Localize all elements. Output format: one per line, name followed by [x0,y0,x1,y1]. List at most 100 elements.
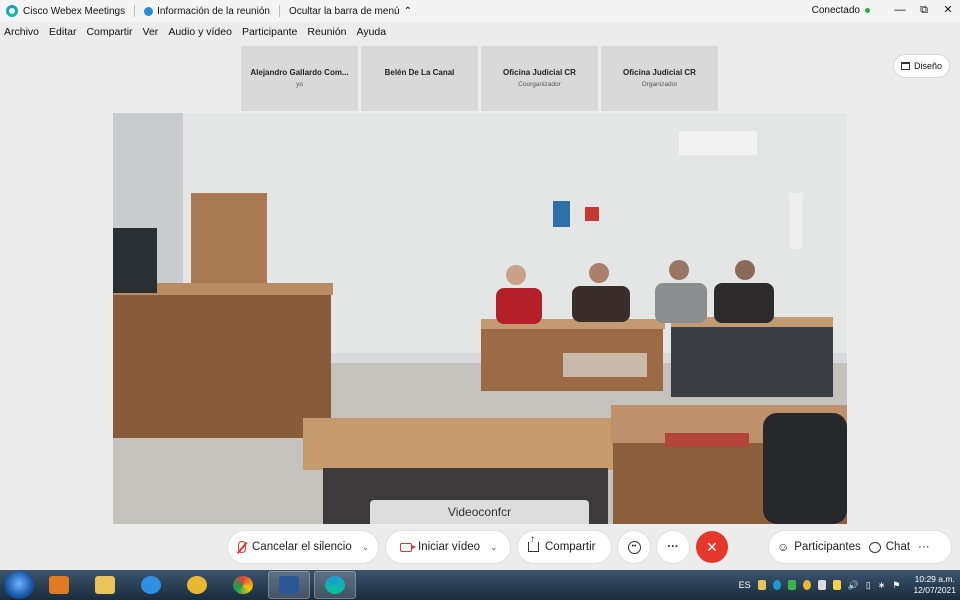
title-divider [134,5,136,17]
reactions-button[interactable]: •• [618,531,650,563]
meeting-info-button[interactable]: Información de la reunión [144,6,270,17]
participant-strip: Alejandro Gallardo Com... yo Belén De La… [241,46,718,111]
participant-role: yo [296,81,303,88]
share-button[interactable]: Compartir [518,531,611,563]
menu-item-reunion[interactable]: Reunión [307,26,346,42]
participant-role: Coorganizador [518,81,561,88]
share-icon [528,534,539,552]
paint-icon [187,576,207,594]
volume-icon[interactable]: 🔊 [848,580,859,591]
hide-menu-button[interactable]: Ocultar la barra de menú ⌃ [289,6,412,17]
video-off-icon [400,542,416,552]
app-title-group: Cisco Webex Meetings [0,5,125,17]
muted-mic-icon [238,541,246,553]
file-explorer-icon [95,576,115,594]
tray-app-icon[interactable] [757,580,766,590]
participant-tile[interactable]: Alejandro Gallardo Com... yo [241,46,358,111]
participant-name: Oficina Judicial CR [503,68,576,77]
layout-icon [900,62,910,70]
clock-time: 10:29 a.m. [914,574,955,584]
webex-icon [325,576,345,594]
tray-device-icon[interactable] [817,580,826,590]
more-options-button[interactable]: ··· [657,531,689,563]
participants-button[interactable]: ☺ Participantes [777,540,861,554]
chevron-down-icon[interactable]: ⌄ [490,542,498,553]
menu-item-archivo[interactable]: Archivo [4,26,39,42]
participants-label: Participantes [794,541,861,553]
chat-bubble-icon [868,541,881,553]
unmute-button[interactable]: Cancelar el silencio ⌄ [228,531,378,563]
taskbar-explorer[interactable] [84,571,126,599]
close-icon: ✕ [706,538,718,555]
chevron-up-icon: ⌃ [403,5,412,17]
chrome-icon [233,576,253,594]
clock-date: 12/07/2021 [913,585,956,595]
video-frame-scene [113,113,847,524]
status-label: Conectado [811,5,860,16]
start-video-label: Iniciar vídeo [418,541,481,553]
tray-security-icon[interactable] [787,580,796,590]
panel-more-button[interactable]: ··· [918,541,930,553]
close-icon[interactable]: ✕ [936,0,960,22]
participant-tile[interactable]: Oficina Judicial CR Coorganizador [481,46,598,111]
network-icon[interactable]: ▯ [866,580,871,591]
webex-logo-icon [6,5,18,17]
end-meeting-button[interactable]: ✕ [696,531,728,563]
menu-bar: Archivo Editar Compartir Ver Audio y víd… [0,26,386,42]
menu-item-editar[interactable]: Editar [49,26,76,42]
participant-name: Oficina Judicial CR [623,68,696,77]
hide-menu-label: Ocultar la barra de menú [288,5,400,17]
taskbar-ie[interactable] [130,571,172,599]
taskbar-webex[interactable] [314,571,356,599]
title-divider [278,5,280,17]
clock[interactable]: 10:29 a.m. 12/07/2021 [913,574,956,596]
media-player-icon [49,576,69,594]
status-dot-icon [865,8,870,13]
chat-button[interactable]: Chat [868,541,911,553]
word-icon [279,576,299,594]
unmute-label: Cancelar el silencio [252,541,352,553]
menu-item-ver[interactable]: Ver [143,26,159,42]
start-video-button[interactable]: Iniciar vídeo ⌄ [386,531,510,563]
language-indicator[interactable]: ES [739,580,751,590]
taskbar-paint[interactable] [176,571,218,599]
more-icon: ··· [667,541,679,553]
taskbar-word[interactable] [268,571,310,599]
layout-label: Diseño [913,61,942,71]
tray-app-icon[interactable] [802,580,811,590]
menu-item-ayuda[interactable]: Ayuda [357,26,387,42]
internet-explorer-icon [141,576,161,594]
participant-name: Belén De La Canal [384,68,455,77]
start-button-icon[interactable] [4,571,34,599]
video-name-label: Videoconfcr [370,500,589,524]
more-icon: ··· [918,541,930,553]
restore-icon[interactable]: ⧉ [912,0,936,22]
connection-status: Conectado [812,5,870,16]
taskbar-chrome[interactable] [222,571,264,599]
tray-folder-icon[interactable] [832,580,841,590]
menu-item-participante[interactable]: Participante [242,26,297,42]
bluetooth-icon[interactable]: ∗ [878,580,886,591]
meeting-info-label: Información de la reunión [157,5,270,17]
minimize-icon[interactable]: — [888,0,912,22]
layout-button[interactable]: Diseño [893,54,950,78]
participant-role: Organizador [641,81,678,88]
flag-icon[interactable]: ⚑ [892,580,900,591]
smiley-icon: •• [627,540,641,554]
app-title: Cisco Webex Meetings [23,5,126,17]
participant-name: Alejandro Gallardo Com... [250,68,349,77]
tray-webex-icon[interactable] [772,580,781,590]
menu-item-compartir[interactable]: Compartir [86,26,132,42]
main-video[interactable] [113,113,847,524]
chevron-down-icon[interactable]: ⌄ [362,542,370,553]
person-icon: ☺ [777,540,790,554]
menu-item-audio-video[interactable]: Audio y vídeo [168,26,232,42]
taskbar-media-player[interactable] [38,571,80,599]
participant-tile[interactable]: Belén De La Canal [361,46,478,111]
system-tray: ES 🔊 ▯ ∗ ⚑ 10:29 a.m. 12/07/2021 [739,570,956,600]
chat-label: Chat [885,541,911,553]
info-icon [144,6,154,16]
panel-buttons: ☺ Participantes Chat ··· [769,531,951,563]
title-bar: Cisco Webex Meetings Información de la r… [0,0,960,22]
participant-tile[interactable]: Oficina Judicial CR Organizador [601,46,718,111]
